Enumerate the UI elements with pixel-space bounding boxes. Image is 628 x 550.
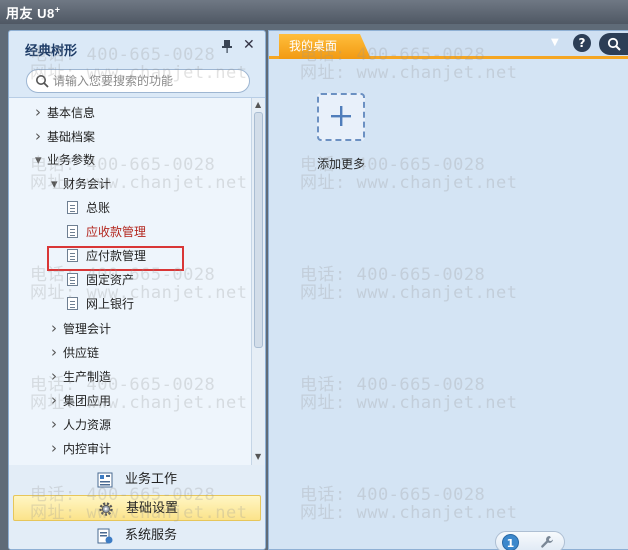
document-icon <box>67 273 78 286</box>
tab-my-desktop[interactable]: 我的桌面 <box>279 34 371 59</box>
tree-item-label: 人力资源 <box>63 418 112 432</box>
scroll-up-icon[interactable]: ▲ <box>255 100 261 109</box>
tree-item[interactable]: 总账 <box>67 198 110 218</box>
search-box[interactable] <box>26 69 250 93</box>
scroll-down-icon[interactable]: ▼ <box>255 452 261 461</box>
caret-right-icon[interactable]: › <box>51 414 63 434</box>
tree-item[interactable]: 网上银行 <box>67 294 134 314</box>
caret-right-icon[interactable]: › <box>51 342 63 362</box>
wrench-icon[interactable] <box>540 535 554 549</box>
add-more-label: 添加更多 <box>317 157 366 171</box>
tree-item[interactable]: › 基础档案 <box>35 126 95 146</box>
tree-panel-title: 经典树形 <box>25 44 78 59</box>
function-tree: › 基本信息 › 基础档案 ▾ 业务参数 ▾ 财务会计 总账 应收款管理 应付款管理 固定资产 网上银行… <box>9 97 265 465</box>
tree-item-label: 生产制造 <box>63 370 112 384</box>
tree-item-label: 网上银行 <box>86 297 135 311</box>
caret-down-icon[interactable]: ▾ <box>35 151 47 171</box>
tree-item[interactable]: › 管理会计 <box>51 318 111 338</box>
title-bar: 用友 U8+ <box>0 0 628 24</box>
tree-item-label: 应收款管理 <box>86 225 147 239</box>
search-icon <box>36 75 49 88</box>
caret-down-icon[interactable]: ▾ <box>51 175 63 195</box>
tree-item[interactable]: 固定资产 <box>67 270 134 290</box>
caret-right-icon[interactable]: › <box>35 126 47 146</box>
search-icon <box>607 37 621 51</box>
tree-item[interactable]: › 供应链 <box>51 342 99 362</box>
business-work-icon <box>97 472 113 488</box>
highlight-annotation <box>47 246 184 271</box>
caret-right-icon[interactable]: › <box>51 390 63 410</box>
document-icon <box>67 297 78 310</box>
search-input[interactable] <box>53 73 243 89</box>
tree-item-label: 总账 <box>86 201 111 215</box>
page-control: 1 <box>495 531 565 550</box>
global-search-button[interactable] <box>599 33 628 55</box>
scroll-thumb[interactable] <box>254 112 263 348</box>
tree-item-label: 业务参数 <box>47 153 96 167</box>
plus-icon <box>331 106 351 126</box>
tree-item[interactable]: ▾ 业务参数 <box>35 150 95 170</box>
document-icon <box>67 225 78 238</box>
tree-item-label: 管理会计 <box>63 322 112 336</box>
tab-bar: 我的桌面 ▼ ? <box>269 31 628 59</box>
desktop-panel: 我的桌面 ▼ ? 添加更多 1 <box>268 30 628 550</box>
tree-item[interactable]: › 生产制造 <box>51 366 111 386</box>
tree-item-label: 集团应用 <box>63 394 112 408</box>
caret-right-icon[interactable]: › <box>51 438 63 458</box>
close-icon[interactable]: ✕ <box>243 37 255 53</box>
caret-right-icon[interactable]: › <box>35 102 47 122</box>
tree-panel-header: 经典树形 ✕ <box>9 31 265 63</box>
tree-item[interactable]: 应收款管理 <box>67 222 146 242</box>
tree-item-label: 供应链 <box>63 346 100 360</box>
app-title: 用友 U8+ <box>6 4 61 21</box>
document-icon <box>67 201 78 214</box>
tree-item[interactable]: › 内控审计 <box>51 438 111 458</box>
tree-item-label: 基础档案 <box>47 130 96 144</box>
add-more-button[interactable] <box>317 93 365 141</box>
caret-right-icon[interactable]: › <box>51 318 63 338</box>
nav-area: 业务工作 基础设置 系统服务 <box>9 465 265 549</box>
tree-scrollbar[interactable]: ▲ ▼ <box>251 98 265 465</box>
tree-item[interactable]: ▾ 财务会计 <box>51 174 111 194</box>
tree-item[interactable]: › 基本信息 <box>35 102 95 122</box>
nav-business-work[interactable]: 业务工作 <box>13 467 261 493</box>
tree-item-label: 基本信息 <box>47 106 96 120</box>
page-number-badge[interactable]: 1 <box>502 534 519 550</box>
nav-label: 基础设置 <box>126 501 179 516</box>
tree-item-label: 内控审计 <box>63 442 112 456</box>
tree-item-label: 财务会计 <box>63 177 112 191</box>
nav-basic-settings[interactable]: 基础设置 <box>13 495 261 521</box>
tree-item[interactable]: › 人力资源 <box>51 414 111 434</box>
help-icon[interactable]: ? <box>573 34 591 52</box>
tree-panel: 经典树形 ✕ ›基本信息›基础档案▾业务参数▾财务会计总账应收款管理应付款管理固… <box>8 30 266 550</box>
system-service-icon <box>97 528 113 544</box>
nav-label: 系统服务 <box>125 528 178 543</box>
caret-right-icon[interactable]: › <box>51 366 63 386</box>
nav-label: 业务工作 <box>125 472 178 487</box>
pin-icon[interactable] <box>221 39 233 53</box>
gear-icon <box>99 502 113 516</box>
nav-system-service[interactable]: 系统服务 <box>13 523 261 549</box>
tab-menu-icon[interactable]: ▼ <box>551 37 559 48</box>
tree-item[interactable]: › 集团应用 <box>51 390 111 410</box>
tree-item-label: 固定资产 <box>86 273 135 287</box>
